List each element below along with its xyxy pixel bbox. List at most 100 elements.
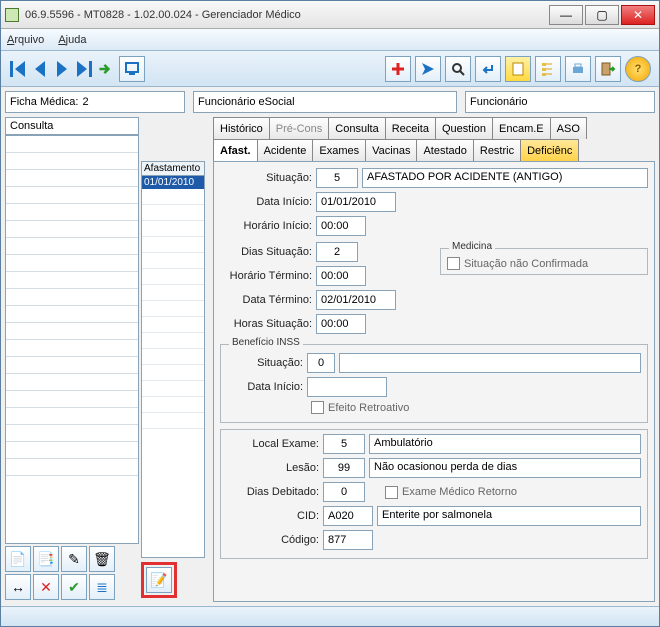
func: Funcionário bbox=[470, 96, 527, 108]
tab-encam[interactable]: Encam.E bbox=[492, 117, 551, 139]
menu-arquivo[interactable]: Arquivo bbox=[7, 34, 44, 46]
horas-sit-field[interactable] bbox=[316, 314, 366, 334]
nav-next-button[interactable] bbox=[51, 55, 73, 83]
afastamento-grid[interactable]: Afastamento 01/01/2010 bbox=[141, 161, 205, 558]
situacao-code[interactable] bbox=[316, 168, 358, 188]
dias-sit-label: Dias Situação: bbox=[220, 246, 316, 258]
hora-inicio-field[interactable] bbox=[316, 216, 366, 236]
medicina-legend: Medicina bbox=[449, 241, 495, 252]
tab-acidente[interactable]: Acidente bbox=[257, 139, 314, 161]
menubar: Arquivo Ajuda bbox=[1, 29, 659, 51]
nav-go-button[interactable] bbox=[95, 55, 117, 83]
titlebar: 06.9.5596 - MT0828 - 1.02.00.024 - Geren… bbox=[1, 1, 659, 29]
tab-afast[interactable]: Afast. bbox=[213, 139, 258, 161]
data-inicio-field[interactable] bbox=[316, 192, 396, 212]
print-button[interactable] bbox=[565, 56, 591, 82]
cid-text: Enterite por salmonela bbox=[377, 506, 641, 526]
inss-data-label: Data Início: bbox=[227, 381, 307, 393]
local-text: Ambulatório bbox=[369, 434, 641, 454]
screen-button[interactable] bbox=[119, 56, 145, 82]
func-esocial: Funcionário eSocial bbox=[198, 96, 295, 108]
exit-button[interactable] bbox=[595, 56, 621, 82]
link-button[interactable]: ↔ bbox=[5, 574, 31, 600]
tree-button[interactable] bbox=[535, 56, 561, 82]
hora-inicio-label: Horário Início: bbox=[220, 220, 316, 232]
edit-button[interactable]: ✎ bbox=[61, 546, 87, 572]
maximize-button[interactable]: ▢ bbox=[585, 5, 619, 25]
consulta-grid[interactable] bbox=[5, 135, 139, 544]
return-button[interactable] bbox=[475, 56, 501, 82]
exame-ret-check[interactable]: Exame Médico Retorno bbox=[385, 486, 641, 499]
form-area: Situação: AFASTADO POR ACIDENTE (ANTIGO)… bbox=[213, 161, 655, 602]
tab-receita[interactable]: Receita bbox=[385, 117, 436, 139]
situacao-text: AFASTADO POR ACIDENTE (ANTIGO) bbox=[362, 168, 648, 188]
tab-exames[interactable]: Exames bbox=[312, 139, 366, 161]
inss-sit-label: Situação: bbox=[227, 357, 307, 369]
tab-vacinas[interactable]: Vacinas bbox=[365, 139, 417, 161]
tab-precons[interactable]: Pré-Cons bbox=[269, 117, 329, 139]
inss-legend: Benefício INSS bbox=[229, 337, 303, 348]
tab-atestado[interactable]: Atestado bbox=[416, 139, 473, 161]
tab-aso[interactable]: ASO bbox=[550, 117, 587, 139]
menu-ajuda[interactable]: Ajuda bbox=[58, 34, 86, 46]
new-doc-button[interactable]: 📄 bbox=[5, 546, 31, 572]
minimize-button[interactable]: — bbox=[549, 5, 583, 25]
tab-restric[interactable]: Restric bbox=[473, 139, 521, 161]
efeito-check[interactable]: Efeito Retroativo bbox=[311, 401, 409, 414]
hora-term-label: Horário Término: bbox=[220, 270, 316, 282]
lesao-code[interactable] bbox=[323, 458, 365, 478]
data-term-field[interactable] bbox=[316, 290, 396, 310]
cid-code[interactable] bbox=[323, 506, 373, 526]
ficha-value: 2 bbox=[82, 96, 88, 108]
nav-prev-button[interactable] bbox=[29, 55, 51, 83]
note-page-button[interactable]: 📝 bbox=[146, 567, 172, 593]
situacao-label: Situação: bbox=[220, 172, 316, 184]
tab-deficiencia[interactable]: Deficiênc bbox=[520, 139, 579, 161]
highlight-box: 📝 bbox=[141, 562, 177, 598]
ficha-row: Ficha Médica: 2 Funcionário eSocial Func… bbox=[5, 91, 655, 113]
note-button[interactable] bbox=[505, 56, 531, 82]
app-window: 06.9.5596 - MT0828 - 1.02.00.024 - Geren… bbox=[0, 0, 660, 627]
cid-label: CID: bbox=[227, 510, 323, 522]
delete-button[interactable]: 🗑 bbox=[89, 546, 115, 572]
inss-sit-field[interactable] bbox=[307, 353, 335, 373]
codigo-field[interactable] bbox=[323, 530, 373, 550]
add-button[interactable] bbox=[385, 56, 411, 82]
tab-historico[interactable]: Histórico bbox=[213, 117, 270, 139]
nav-last-button[interactable] bbox=[73, 55, 95, 83]
data-inicio-label: Data Início: bbox=[220, 196, 316, 208]
afast-row-selected[interactable]: 01/01/2010 bbox=[142, 176, 204, 189]
help-button[interactable]: ? bbox=[625, 56, 651, 82]
dias-deb-label: Dias Debitado: bbox=[227, 486, 323, 498]
search-button[interactable] bbox=[445, 56, 471, 82]
tab-consulta[interactable]: Consulta bbox=[328, 117, 385, 139]
consulta-header: Consulta bbox=[5, 117, 139, 135]
codigo-label: Código: bbox=[227, 534, 323, 546]
inss-sit-text bbox=[339, 353, 641, 373]
nav-first-button[interactable] bbox=[7, 55, 29, 83]
content: Ficha Médica: 2 Funcionário eSocial Func… bbox=[1, 87, 659, 606]
dias-sit-field[interactable] bbox=[316, 242, 358, 262]
cancel-button[interactable]: ✕ bbox=[33, 574, 59, 600]
inss-data-field[interactable] bbox=[307, 377, 387, 397]
window-title: 06.9.5596 - MT0828 - 1.02.00.024 - Geren… bbox=[25, 9, 549, 21]
send-button[interactable] bbox=[415, 56, 441, 82]
dias-deb-field[interactable] bbox=[323, 482, 365, 502]
data-term-label: Data Término: bbox=[220, 294, 316, 306]
ficha-label: Ficha Médica: bbox=[10, 96, 78, 108]
lesao-label: Lesão: bbox=[227, 462, 323, 474]
horas-sit-label: Horas Situação: bbox=[220, 318, 316, 330]
lesao-text: Não ocasionou perda de dias bbox=[369, 458, 641, 478]
confirm-button[interactable]: ✔ bbox=[61, 574, 87, 600]
hora-term-field[interactable] bbox=[316, 266, 366, 286]
copy-button[interactable]: 📑 bbox=[33, 546, 59, 572]
app-icon bbox=[5, 8, 19, 22]
tab-question[interactable]: Question bbox=[435, 117, 493, 139]
afast-col-header: Afastamento bbox=[142, 162, 204, 176]
close-button[interactable]: ✕ bbox=[621, 5, 655, 25]
medicina-check[interactable]: Situação não Confirmada bbox=[447, 257, 641, 270]
local-label: Local Exame: bbox=[227, 438, 323, 450]
local-code[interactable] bbox=[323, 434, 365, 454]
statusbar bbox=[1, 606, 659, 626]
list-button[interactable]: ≣ bbox=[89, 574, 115, 600]
